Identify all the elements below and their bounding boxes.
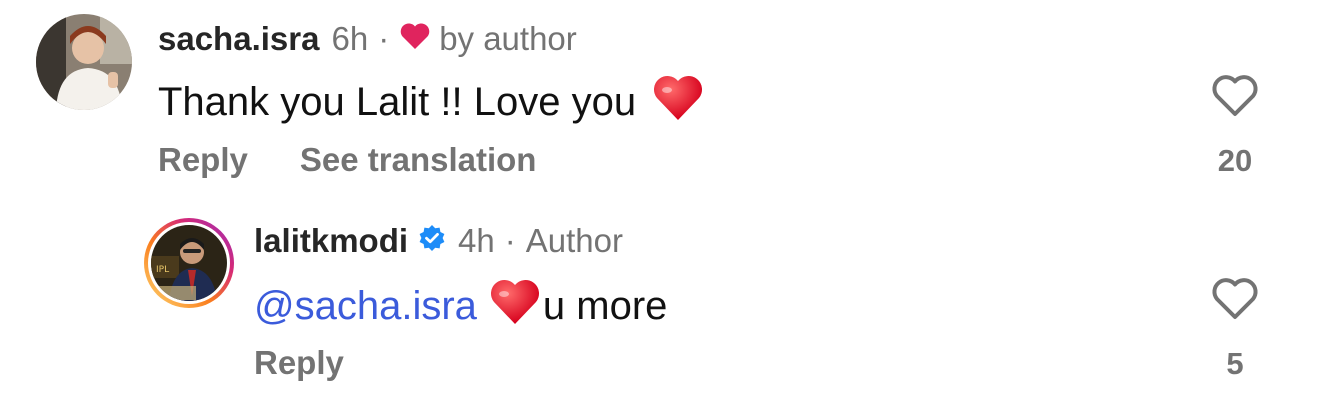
comment-username[interactable]: sacha.isra: [158, 22, 319, 55]
reply-button[interactable]: Reply: [158, 143, 248, 176]
comment-text: Thank you Lalit !! Love you: [158, 74, 704, 129]
separator-dot: ·: [378, 20, 390, 57]
reply-username[interactable]: lalitkmodi: [254, 224, 408, 257]
reply-header: lalitkmodi 4h · Author: [254, 224, 623, 257]
reply-actions: Reply: [254, 346, 344, 379]
red-heart-emoji-icon: [489, 278, 541, 333]
separator-dot: ·: [504, 222, 516, 259]
mention-link[interactable]: @sacha.isra: [254, 286, 477, 326]
author-label: Author: [525, 222, 623, 259]
comment-text-content: Thank you Lalit !! Love you: [158, 79, 637, 124]
liked-by-author-heart-icon: [399, 22, 431, 55]
liked-by-author-label: by author: [439, 20, 577, 57]
avatar-story-ring[interactable]: IPL: [142, 216, 236, 310]
comment-thread: sacha.isra 6h · by author Thank you Lali…: [0, 0, 1320, 409]
comment-like: 20: [1205, 74, 1265, 176]
verified-badge-icon: [418, 224, 446, 257]
reply-time: 4h: [458, 222, 495, 259]
heart-outline-icon[interactable]: [1211, 74, 1259, 123]
comment-actions: Reply See translation: [158, 143, 536, 176]
red-heart-emoji-icon: [652, 74, 704, 129]
reply-button[interactable]: Reply: [254, 346, 344, 379]
like-count: 20: [1217, 143, 1253, 178]
reply-text-content: u more: [542, 283, 668, 328]
reply-text: @sacha.isra u more: [254, 278, 667, 333]
avatar[interactable]: [36, 14, 132, 110]
comment-header: sacha.isra 6h · by author: [158, 22, 577, 55]
see-translation-button[interactable]: See translation: [300, 143, 537, 176]
like-count: 5: [1226, 346, 1244, 381]
svg-text:IPL: IPL: [156, 265, 169, 275]
comment-time: 6h: [331, 20, 369, 57]
heart-outline-icon[interactable]: [1211, 277, 1259, 326]
reply-like: 5: [1205, 277, 1265, 379]
